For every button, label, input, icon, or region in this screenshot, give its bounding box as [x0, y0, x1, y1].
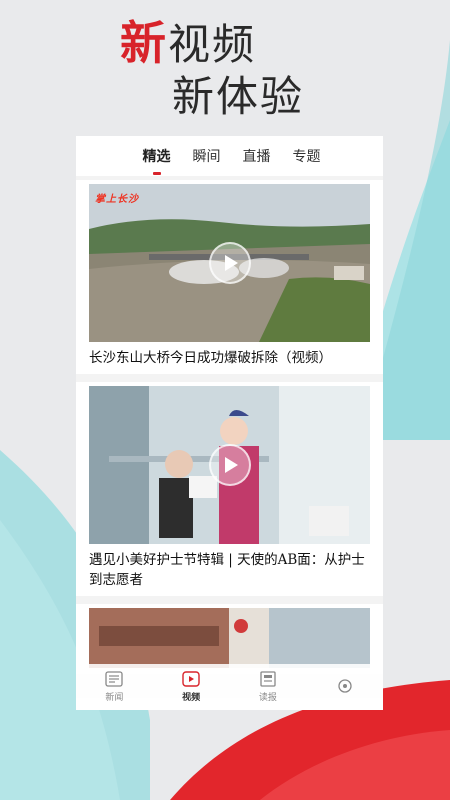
tab-live[interactable]: 直播: [241, 146, 273, 166]
app-screen: 精选 瞬间 直播 专题 掌上长沙 长沙东山大桥今日成功爆破拆除（视频） 遇见小美…: [76, 136, 383, 710]
newspaper-icon: [260, 671, 276, 687]
street-scene-image: [89, 608, 370, 668]
headline-line-1: 新视频: [120, 18, 304, 70]
video-card[interactable]: 掌上长沙 长沙东山大桥今日成功爆破拆除（视频）: [76, 180, 383, 374]
profile-icon: [337, 678, 352, 693]
headline-line-1-rest: 视频: [168, 20, 257, 69]
video-title[interactable]: 长沙东山大桥今日成功爆破拆除（视频）: [89, 348, 370, 368]
nav-label: 新闻: [105, 693, 124, 703]
news-icon: [105, 671, 124, 687]
video-thumbnail[interactable]: [89, 608, 370, 668]
video-play-icon: [182, 671, 200, 687]
tab-moments[interactable]: 瞬间: [191, 146, 223, 166]
nav-newspaper[interactable]: 读报: [259, 671, 277, 703]
video-title[interactable]: 遇见小美好护士节特辑 | 天使的AB面：从护士到志愿者: [89, 550, 370, 590]
nav-profile[interactable]: [336, 678, 354, 697]
watermark-logo: 掌上长沙: [95, 194, 139, 205]
tab-topics[interactable]: 专题: [291, 146, 323, 166]
nav-news[interactable]: 新闻: [105, 671, 123, 703]
video-thumbnail[interactable]: 掌上长沙: [89, 184, 370, 342]
nav-label: 读报: [258, 693, 277, 703]
video-thumbnail[interactable]: [89, 386, 370, 544]
tab-featured[interactable]: 精选: [141, 146, 173, 166]
nav-label: 视频: [182, 693, 201, 703]
headline-line-2: 新体验: [172, 72, 305, 121]
play-icon[interactable]: [208, 242, 251, 284]
bottom-navigation: 新闻 视频 读报: [76, 664, 383, 710]
promo-headline: 新视频 新体验: [120, 18, 304, 122]
tab-bar: 精选 瞬间 直播 专题: [76, 136, 383, 176]
video-card[interactable]: 遇见小美好护士节特辑 | 天使的AB面：从护士到志愿者: [76, 382, 383, 596]
nav-video[interactable]: 视频: [182, 671, 200, 703]
play-icon[interactable]: [208, 444, 251, 486]
headline-accent: 新: [120, 16, 168, 70]
